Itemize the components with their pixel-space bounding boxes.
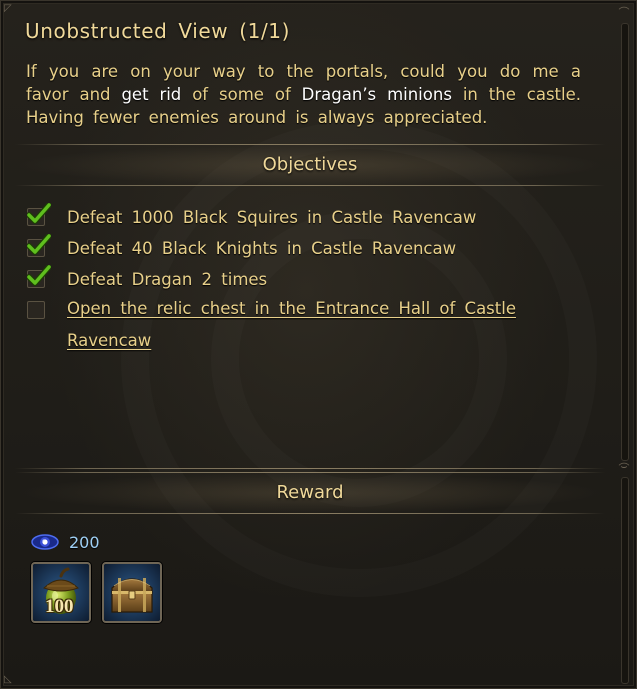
objective-text: Defeat 40 Black Knights in Castle Ravenc… (67, 238, 457, 258)
objective-link[interactable]: Open the relic chest in the Entrance Hal… (67, 299, 516, 318)
corner-ornament-icon: ◸ (4, 3, 12, 14)
checkmark-icon (27, 234, 51, 255)
description-highlight: get rid (121, 85, 182, 104)
scrollbar[interactable]: ⌒ ⌣ ⌒ (614, 1, 634, 688)
objective-item (27, 298, 45, 322)
objective-text: Defeat Dragan 2 times (67, 269, 268, 289)
checkmark-icon (27, 265, 51, 286)
objective-checkbox (27, 203, 51, 226)
scrollbar-track[interactable] (621, 23, 629, 461)
scroll-cap-top-icon: ⌒ (618, 462, 630, 475)
checkmark-icon (27, 203, 51, 224)
objectives-header: Objectives (15, 144, 605, 186)
objective-link[interactable]: Ravencaw (67, 331, 151, 350)
objective-checkbox-empty (27, 301, 45, 319)
quest-title: Unobstructed View (1/1) (25, 19, 291, 43)
section-divider (15, 468, 605, 469)
treasure-chest-icon (104, 564, 160, 621)
reward-slot-chest[interactable] (102, 562, 162, 623)
objective-item: Defeat 1000 Black Squires in Castle Rave… (27, 203, 477, 229)
eye-orb-icon (29, 532, 61, 552)
background-emblem (121, 121, 597, 597)
reward-header-label: Reward (276, 482, 344, 503)
scrollbar-track-lower[interactable] (621, 477, 629, 684)
xp-reward: 200 (29, 532, 100, 552)
objective-checkbox (27, 234, 51, 257)
quest-description: If you are on your way to the portals, c… (26, 62, 582, 127)
objectives-header-label: Objectives (262, 154, 358, 175)
scroll-cap-top-icon: ⌒ (618, 6, 630, 19)
quest-window: ◸ ◺ Unobstructed View (1/1) If you are o… (0, 0, 637, 689)
objective-text: Defeat 1000 Black Squires in Castle Rave… (67, 207, 477, 227)
corner-ornament-icon: ◺ (4, 674, 12, 685)
objective-item: Defeat Dragan 2 times (27, 265, 268, 291)
reward-slot-acorn[interactable]: 100 (31, 562, 91, 623)
reward-header: Reward (15, 472, 605, 514)
xp-value: 200 (69, 532, 100, 552)
objective-item: Defeat 40 Black Knights in Castle Ravenc… (27, 234, 457, 260)
reward-item-count: 100 (45, 596, 74, 617)
objective-checkbox (27, 265, 51, 288)
description-highlight: Dragan’s minions (301, 85, 452, 104)
